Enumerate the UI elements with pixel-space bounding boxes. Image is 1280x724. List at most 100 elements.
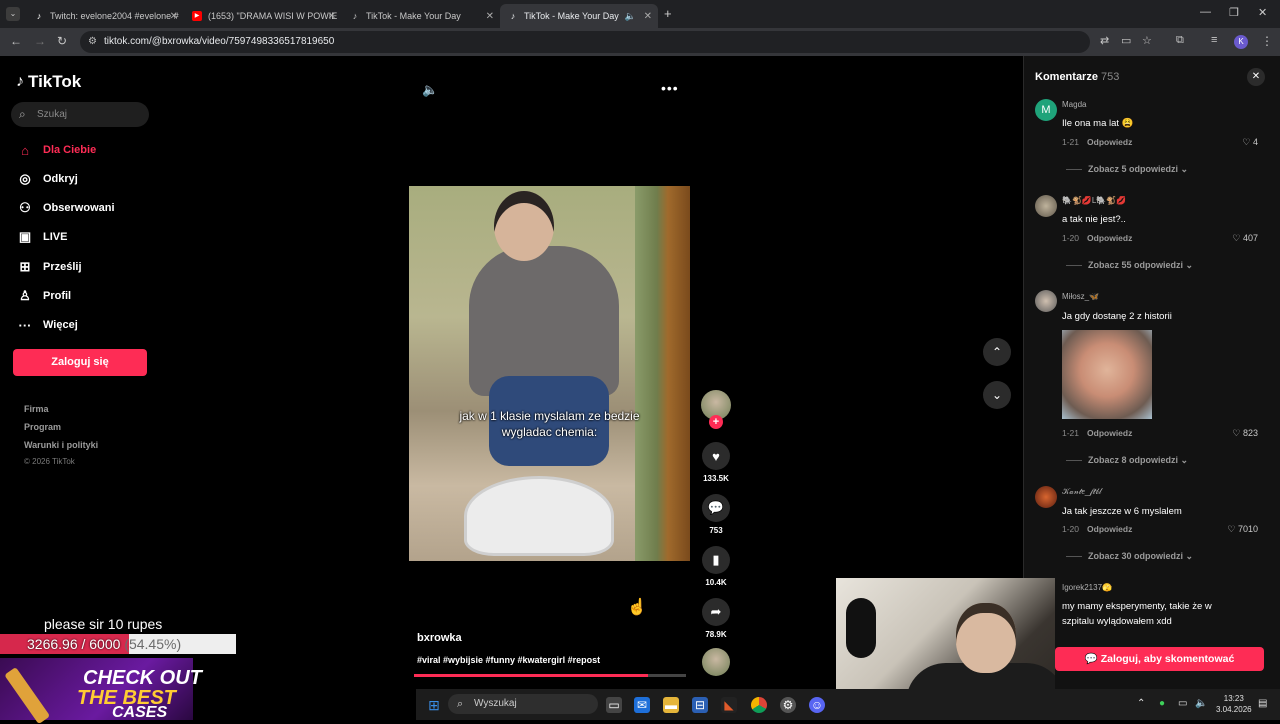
reply-button[interactable]: Odpowiedz (1087, 428, 1132, 438)
tab-tiktok[interactable]: ♪ TikTok - Make Your Day ✕ (342, 4, 500, 28)
translate-icon[interactable]: ⇄ (1100, 34, 1109, 47)
nav-obserwowani[interactable]: ⚇ Obserwowani (16, 199, 114, 217)
bookmark-star-icon[interactable]: ☆ (1142, 34, 1152, 47)
more-options-icon[interactable]: ••• (661, 80, 679, 96)
music-disc-icon[interactable] (702, 648, 730, 676)
volume-icon[interactable]: 🔈 (1195, 698, 1207, 709)
reply-button[interactable]: Odpowiedz (1087, 137, 1132, 147)
share-action[interactable]: ➦ 78.9K (700, 598, 732, 639)
footer-link-program[interactable]: Program (24, 422, 61, 432)
avatar[interactable] (1035, 195, 1057, 217)
tab-twitch[interactable]: ♪ Twitch: evelone2004 #evelone # ✕ (26, 4, 184, 28)
task-view-icon[interactable]: ▭ (606, 697, 622, 713)
close-icon[interactable]: ✕ (170, 11, 178, 22)
reload-icon[interactable]: ↻ (57, 34, 67, 48)
previous-video-button[interactable]: ⌃ (983, 338, 1011, 366)
microphone-icon[interactable]: ● (1159, 698, 1165, 709)
comment-like[interactable]: ♡ 7010 (1227, 524, 1258, 535)
nav-dla-ciebie[interactable]: ⌂ Dla Ciebie (16, 141, 96, 159)
video-author[interactable]: bxrowka (417, 632, 462, 644)
site-info-icon[interactable]: ⚙ (88, 31, 97, 53)
sound-icon[interactable]: 🔈 (422, 82, 438, 98)
windows-start-icon[interactable]: ⊞ (426, 697, 442, 713)
app-icon[interactable]: ◣ (721, 697, 737, 713)
video-progress-bar[interactable] (414, 674, 686, 677)
minimize-icon[interactable]: — (1200, 6, 1211, 18)
close-icon[interactable]: ✕ (486, 11, 494, 22)
nav-przeslij[interactable]: ⊞ Prześlij (16, 258, 82, 276)
speaker-icon[interactable]: 🔈 (625, 11, 636, 22)
store-icon[interactable]: ⊟ (692, 697, 708, 713)
next-video-button[interactable]: ⌄ (983, 381, 1011, 409)
comment-like[interactable]: ♡ 823 (1232, 428, 1258, 439)
close-icon[interactable]: ✕ (328, 11, 336, 22)
app-icon[interactable]: ⚙ (780, 697, 796, 713)
nav-profil[interactable]: ♙ Profil (16, 287, 71, 305)
follow-plus-icon[interactable]: + (709, 415, 723, 429)
comment-like[interactable]: ♡ 407 (1232, 233, 1258, 244)
bookmark-icon[interactable]: ▮ (702, 546, 730, 574)
notification-icon[interactable]: ▤ (1258, 698, 1267, 709)
tab-youtube[interactable]: ▶ (1653) "DRAMA WISI W POWIE ✕ (184, 4, 342, 28)
comment-count: 753 (709, 526, 723, 535)
heart-icon[interactable]: ♥ (702, 442, 730, 470)
comment-action[interactable]: 💬 753 (700, 494, 732, 535)
creator-avatar-block[interactable]: + (700, 390, 732, 429)
back-icon[interactable]: ← (10, 34, 22, 48)
tab-tiktok-active[interactable]: ♪ TikTok - Make Your Day 🔈 ✕ (500, 4, 658, 28)
new-tab-button[interactable]: + (664, 6, 672, 21)
comment-user[interactable]: 🐘🐒💋L🐘🐒💋 (1062, 196, 1126, 205)
like-action[interactable]: ♥ 133.5K (700, 442, 732, 483)
taskbar-search[interactable]: ⌕ Wyszukaj (448, 694, 598, 714)
tray-chevron-icon[interactable]: ⌃ (1137, 698, 1145, 709)
share-icon[interactable]: ➦ (702, 598, 730, 626)
search-input[interactable]: ⌕ Szukaj (11, 102, 149, 127)
reply-button[interactable]: Odpowiedz (1087, 233, 1132, 243)
close-window-icon[interactable]: ✕ (1258, 6, 1267, 19)
profile-avatar[interactable]: K (1234, 35, 1248, 49)
file-explorer-icon[interactable]: ▬ (663, 697, 679, 713)
video-player[interactable]: jak w 1 klasie myslalam ze bedzie wyglad… (409, 186, 690, 561)
comment-image[interactable] (1062, 330, 1152, 419)
network-icon[interactable]: ▭ (1178, 698, 1187, 709)
reply-button[interactable]: Odpowiedz (1087, 524, 1132, 534)
url-field[interactable]: ⚙ tiktok.com/@bxrowka/video/759749833651… (80, 31, 1090, 53)
extensions-icon[interactable]: ⧉ (1176, 34, 1184, 47)
menu-icon[interactable]: ⋮ (1261, 34, 1273, 48)
avatar[interactable] (1035, 290, 1057, 312)
discord-icon[interactable]: ☺ (809, 697, 825, 713)
chrome-icon[interactable] (751, 697, 767, 713)
login-to-comment-button[interactable]: 💬 Zaloguj, aby skomentować (1055, 647, 1264, 671)
nav-wiecej[interactable]: ··· Więcej (16, 316, 78, 334)
maximize-icon[interactable]: ❐ (1229, 6, 1239, 19)
save-action[interactable]: ▮ 10.4K (700, 546, 732, 587)
footer-link-terms[interactable]: Warunki i polityki (24, 440, 98, 450)
nav-odkryj[interactable]: ◎ Odkryj (16, 170, 78, 188)
avatar[interactable]: M (1035, 99, 1057, 121)
video-hashtags[interactable]: #viral #wybijsie #funny #kwatergirl #rep… (417, 655, 600, 665)
comment-user[interactable]: 𝒦𝒶𝓃𝓉𝑒_𝒻𝓉𝒷𝓁 (1062, 487, 1102, 497)
close-icon[interactable]: ✕ (1247, 68, 1265, 86)
forward-icon[interactable]: → (34, 34, 46, 48)
nav-live[interactable]: ▣ LIVE (16, 228, 68, 246)
avatar[interactable] (1035, 486, 1057, 508)
comment-icon[interactable]: 💬 (702, 494, 730, 522)
view-replies[interactable]: Zobacz 5 odpowiedzi ⌄ (1066, 164, 1188, 175)
view-replies[interactable]: Zobacz 8 odpowiedzi ⌄ (1066, 455, 1188, 466)
tiktok-logo[interactable]: ♪ TikTok (16, 72, 81, 92)
footer-link-firma[interactable]: Firma (24, 404, 49, 414)
view-replies[interactable]: Zobacz 55 odpowiedzi ⌄ (1066, 260, 1193, 271)
login-button[interactable]: Zaloguj się (13, 349, 147, 376)
comment-user[interactable]: Magda (1062, 100, 1086, 109)
tab-search-icon[interactable]: ⌄ (6, 7, 20, 21)
taskbar-clock[interactable]: 13:23 3.04.2026 (1216, 693, 1252, 715)
close-icon[interactable]: ✕ (644, 11, 652, 22)
media-icon[interactable]: ≡ (1211, 34, 1217, 46)
view-replies[interactable]: Zobacz 30 odpowiedzi ⌄ (1066, 551, 1193, 562)
comment-like[interactable]: ♡ 4 (1242, 137, 1258, 148)
outlook-icon[interactable]: ✉ (634, 697, 650, 713)
cast-icon[interactable]: ▭ (1121, 34, 1131, 47)
comment-user[interactable]: Igorek2137🫣 (1062, 583, 1112, 592)
music-disc[interactable] (700, 648, 732, 676)
comment-user[interactable]: Miłosz_🦋 (1062, 292, 1099, 301)
